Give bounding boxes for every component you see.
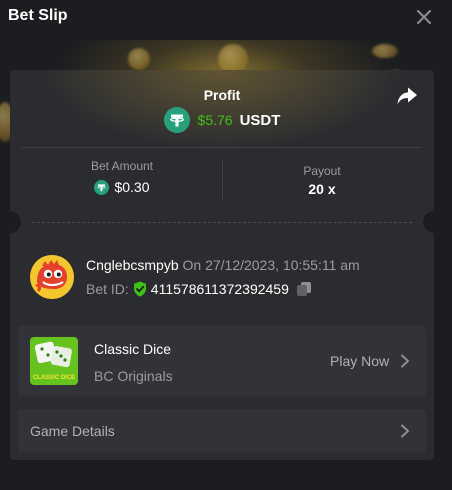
game-card[interactable]: CLASSIC DICE Classic Dice BC Originals P… [18,325,426,397]
chevron-right-icon [401,354,409,368]
bet-id-label: Bet ID: [86,281,129,297]
bet-timestamp: On 27/12/2023, 10:55:11 am [182,257,360,273]
close-icon[interactable] [414,7,434,27]
play-now-button[interactable]: Play Now [330,353,389,369]
tether-icon [94,179,110,195]
ticket-notch [10,211,21,233]
game-name: Classic Dice [94,341,172,357]
profit-row: $5.76 USDT [10,107,434,133]
bet-amount-row: $0.30 [70,179,174,195]
profit-label: Profit [203,87,241,103]
bet-slip-card: Profit $5.76 USDT Bet Amount $0.30 Payou… [10,70,434,460]
game-provider: BC Originals [94,368,173,384]
share-icon[interactable] [396,86,418,106]
game-details-row[interactable]: Game Details [18,409,426,453]
divider [222,160,223,200]
shield-check-icon [133,281,146,297]
bet-user-line: Cnglebcsmpyb On 27/12/2023, 10:55:11 am [86,257,360,273]
coin-decoration [128,48,150,70]
username[interactable]: Cnglebcsmpyb [86,257,179,273]
copy-icon[interactable] [296,281,312,297]
bet-id-line: Bet ID: 411578611372392459 [86,281,312,297]
modal-title: Bet Slip [8,7,68,24]
chevron-right-icon [401,424,409,438]
ticket-separator [32,222,412,223]
modal-header: Bet Slip [0,0,452,40]
bet-slip-modal: Bet Slip Profit $5.76 USDT Bet Amount $0… [0,0,452,490]
profit-value: $5.76 [197,112,233,128]
ticket-notch [423,211,434,233]
bet-id-value: 411578611372392459 [150,281,289,297]
payout-label: Payout [303,164,341,178]
divider [22,147,422,148]
payout-value: 20 x [308,181,336,197]
coin-decoration [372,44,398,58]
avatar[interactable] [30,255,74,299]
bet-amount-label: Bet Amount [90,159,154,173]
bet-amount-value: $0.30 [114,179,150,195]
game-details-label: Game Details [30,423,115,439]
tether-icon [163,107,190,133]
game-thumbnail: CLASSIC DICE [30,337,78,385]
profit-currency: USDT [239,111,281,129]
thumbnail-text: CLASSIC DICE [33,375,75,381]
